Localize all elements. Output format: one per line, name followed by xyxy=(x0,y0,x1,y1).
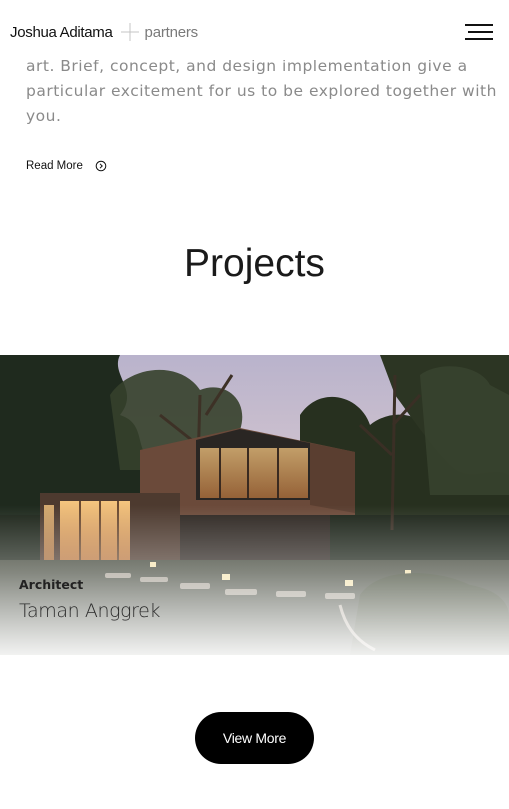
read-more-link[interactable]: Read More xyxy=(26,160,107,172)
circled-chevron-right-icon xyxy=(95,160,107,172)
brand-name: Joshua Aditama xyxy=(10,23,113,41)
intro-text: art. Brief, concept, and design implemen… xyxy=(26,54,497,129)
project-card[interactable]: Architect Taman Anggrek xyxy=(0,355,509,655)
view-more-button[interactable]: View More xyxy=(195,712,314,764)
read-more-label: Read More xyxy=(26,160,83,172)
hamburger-menu-icon[interactable] xyxy=(465,24,495,42)
section-title: Projects xyxy=(184,242,325,285)
project-category: Architect xyxy=(19,577,84,592)
site-header: Joshua Aditama partners xyxy=(0,0,509,60)
project-name: Taman Anggrek xyxy=(19,600,161,622)
plus-separator-icon xyxy=(120,22,140,42)
brand-logo[interactable]: Joshua Aditama partners xyxy=(10,22,198,42)
intro-line: particular excitement for us to be explo… xyxy=(26,82,497,100)
brand-suffix: partners xyxy=(144,23,199,41)
intro-line: you. xyxy=(26,107,62,125)
